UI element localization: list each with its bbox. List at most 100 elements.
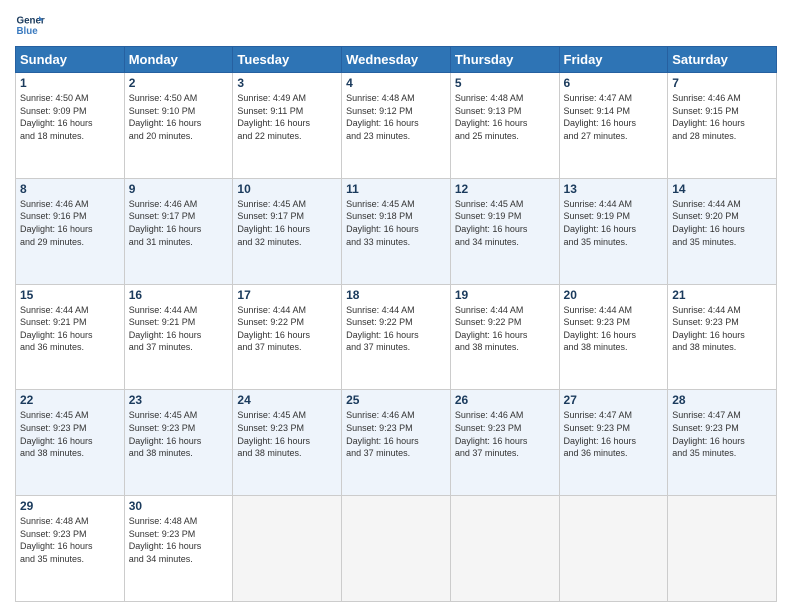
- day-info: Sunrise: 4:45 AM Sunset: 9:23 PM Dayligh…: [129, 409, 229, 459]
- calendar-day-cell: 8 Sunrise: 4:46 AM Sunset: 9:16 PM Daylig…: [16, 178, 125, 284]
- day-number: 30: [129, 499, 229, 513]
- calendar-day-cell: 29 Sunrise: 4:48 AM Sunset: 9:23 PM Dayli…: [16, 496, 125, 602]
- calendar-day-cell: 6 Sunrise: 4:47 AM Sunset: 9:14 PM Daylig…: [559, 73, 668, 179]
- calendar-day-cell: [559, 496, 668, 602]
- day-info: Sunrise: 4:48 AM Sunset: 9:12 PM Dayligh…: [346, 92, 446, 142]
- calendar-day-cell: 30Sunrise: 4:48 AM Sunset: 9:23 PM Dayli…: [124, 496, 233, 602]
- day-number: 5: [455, 76, 555, 90]
- header: General Blue: [15, 10, 777, 40]
- day-info: Sunrise: 4:47 AM Sunset: 9:23 PM Dayligh…: [564, 409, 664, 459]
- day-info: Sunrise: 4:46 AM Sunset: 9:23 PM Dayligh…: [455, 409, 555, 459]
- calendar-day-cell: 11 Sunrise: 4:45 AM Sunset: 9:18 PM Dayli…: [342, 178, 451, 284]
- day-number: 24: [237, 393, 337, 407]
- calendar-day-cell: 28 Sunrise: 4:47 AM Sunset: 9:23 PM Dayli…: [668, 390, 777, 496]
- day-info: Sunrise: 4:45 AM Sunset: 9:23 PM Dayligh…: [237, 409, 337, 459]
- day-number: 18: [346, 288, 446, 302]
- calendar-header-saturday: Saturday: [668, 47, 777, 73]
- calendar-day-cell: 7 Sunrise: 4:46 AM Sunset: 9:15 PM Daylig…: [668, 73, 777, 179]
- day-info: Sunrise: 4:46 AM Sunset: 9:16 PM Dayligh…: [20, 198, 120, 248]
- day-info: Sunrise: 4:45 AM Sunset: 9:23 PM Dayligh…: [20, 409, 120, 459]
- day-info: Sunrise: 4:46 AM Sunset: 9:15 PM Dayligh…: [672, 92, 772, 142]
- calendar-day-cell: 12 Sunrise: 4:45 AM Sunset: 9:19 PM Dayli…: [450, 178, 559, 284]
- calendar-day-cell: 17 Sunrise: 4:44 AM Sunset: 9:22 PM Dayli…: [233, 284, 342, 390]
- calendar-day-cell: 4 Sunrise: 4:48 AM Sunset: 9:12 PM Daylig…: [342, 73, 451, 179]
- logo: General Blue: [15, 10, 45, 40]
- day-info: Sunrise: 4:44 AM Sunset: 9:19 PM Dayligh…: [564, 198, 664, 248]
- calendar-day-cell: 2Sunrise: 4:50 AM Sunset: 9:10 PM Daylig…: [124, 73, 233, 179]
- calendar-day-cell: 16Sunrise: 4:44 AM Sunset: 9:21 PM Dayli…: [124, 284, 233, 390]
- calendar-day-cell: 3 Sunrise: 4:49 AM Sunset: 9:11 PM Daylig…: [233, 73, 342, 179]
- day-info: Sunrise: 4:48 AM Sunset: 9:13 PM Dayligh…: [455, 92, 555, 142]
- calendar-week-row: 8 Sunrise: 4:46 AM Sunset: 9:16 PM Daylig…: [16, 178, 777, 284]
- day-number: 23: [129, 393, 229, 407]
- day-info: Sunrise: 4:44 AM Sunset: 9:21 PM Dayligh…: [20, 304, 120, 354]
- day-number: 27: [564, 393, 664, 407]
- calendar-day-cell: 23 Sunrise: 4:45 AM Sunset: 9:23 PM Dayli…: [124, 390, 233, 496]
- calendar-week-row: 22 Sunrise: 4:45 AM Sunset: 9:23 PM Dayli…: [16, 390, 777, 496]
- day-number: 13: [564, 182, 664, 196]
- day-info: Sunrise: 4:47 AM Sunset: 9:14 PM Dayligh…: [564, 92, 664, 142]
- calendar-day-cell: 9Sunrise: 4:46 AM Sunset: 9:17 PM Daylig…: [124, 178, 233, 284]
- day-info: Sunrise: 4:44 AM Sunset: 9:22 PM Dayligh…: [237, 304, 337, 354]
- calendar-week-row: 29 Sunrise: 4:48 AM Sunset: 9:23 PM Dayli…: [16, 496, 777, 602]
- day-number: 22: [20, 393, 120, 407]
- day-number: 6: [564, 76, 664, 90]
- calendar-week-row: 15 Sunrise: 4:44 AM Sunset: 9:21 PM Dayli…: [16, 284, 777, 390]
- day-number: 25: [346, 393, 446, 407]
- day-info: Sunrise: 4:45 AM Sunset: 9:17 PM Dayligh…: [237, 198, 337, 248]
- day-info: Sunrise: 4:44 AM Sunset: 9:20 PM Dayligh…: [672, 198, 772, 248]
- calendar-header-wednesday: Wednesday: [342, 47, 451, 73]
- calendar-day-cell: 19Sunrise: 4:44 AM Sunset: 9:22 PM Dayli…: [450, 284, 559, 390]
- day-info: Sunrise: 4:48 AM Sunset: 9:23 PM Dayligh…: [20, 515, 120, 565]
- calendar-header-thursday: Thursday: [450, 47, 559, 73]
- day-number: 21: [672, 288, 772, 302]
- calendar-day-cell: 20 Sunrise: 4:44 AM Sunset: 9:23 PM Dayli…: [559, 284, 668, 390]
- day-number: 11: [346, 182, 446, 196]
- calendar-day-cell: 27 Sunrise: 4:47 AM Sunset: 9:23 PM Dayli…: [559, 390, 668, 496]
- calendar-day-cell: 10 Sunrise: 4:45 AM Sunset: 9:17 PM Dayli…: [233, 178, 342, 284]
- day-info: Sunrise: 4:45 AM Sunset: 9:19 PM Dayligh…: [455, 198, 555, 248]
- calendar-day-cell: 26 Sunrise: 4:46 AM Sunset: 9:23 PM Dayli…: [450, 390, 559, 496]
- day-info: Sunrise: 4:44 AM Sunset: 9:23 PM Dayligh…: [672, 304, 772, 354]
- day-number: 14: [672, 182, 772, 196]
- day-number: 20: [564, 288, 664, 302]
- calendar-header-sunday: Sunday: [16, 47, 125, 73]
- calendar-header-monday: Monday: [124, 47, 233, 73]
- day-number: 15: [20, 288, 120, 302]
- day-info: Sunrise: 4:50 AM Sunset: 9:10 PM Dayligh…: [129, 92, 229, 142]
- logo-icon: General Blue: [15, 10, 45, 40]
- day-number: 29: [20, 499, 120, 513]
- day-number: 3: [237, 76, 337, 90]
- svg-text:General: General: [17, 16, 46, 27]
- day-number: 28: [672, 393, 772, 407]
- calendar-day-cell: 24 Sunrise: 4:45 AM Sunset: 9:23 PM Dayli…: [233, 390, 342, 496]
- calendar-day-cell: [450, 496, 559, 602]
- day-info: Sunrise: 4:46 AM Sunset: 9:17 PM Dayligh…: [129, 198, 229, 248]
- day-number: 10: [237, 182, 337, 196]
- day-info: Sunrise: 4:44 AM Sunset: 9:21 PM Dayligh…: [129, 304, 229, 354]
- calendar-day-cell: 22 Sunrise: 4:45 AM Sunset: 9:23 PM Dayli…: [16, 390, 125, 496]
- day-info: Sunrise: 4:44 AM Sunset: 9:22 PM Dayligh…: [346, 304, 446, 354]
- calendar-header-row: SundayMondayTuesdayWednesdayThursdayFrid…: [16, 47, 777, 73]
- calendar-day-cell: 25 Sunrise: 4:46 AM Sunset: 9:23 PM Dayli…: [342, 390, 451, 496]
- calendar-table: SundayMondayTuesdayWednesdayThursdayFrid…: [15, 46, 777, 602]
- calendar-week-row: 1Sunrise: 4:50 AM Sunset: 9:09 PM Daylig…: [16, 73, 777, 179]
- day-info: Sunrise: 4:49 AM Sunset: 9:11 PM Dayligh…: [237, 92, 337, 142]
- day-number: 7: [672, 76, 772, 90]
- calendar-day-cell: 5 Sunrise: 4:48 AM Sunset: 9:13 PM Daylig…: [450, 73, 559, 179]
- calendar-day-cell: 18 Sunrise: 4:44 AM Sunset: 9:22 PM Dayli…: [342, 284, 451, 390]
- calendar-day-cell: [342, 496, 451, 602]
- day-number: 26: [455, 393, 555, 407]
- day-number: 17: [237, 288, 337, 302]
- day-info: Sunrise: 4:44 AM Sunset: 9:23 PM Dayligh…: [564, 304, 664, 354]
- day-info: Sunrise: 4:50 AM Sunset: 9:09 PM Dayligh…: [20, 92, 120, 142]
- day-info: Sunrise: 4:47 AM Sunset: 9:23 PM Dayligh…: [672, 409, 772, 459]
- day-number: 4: [346, 76, 446, 90]
- calendar-header-tuesday: Tuesday: [233, 47, 342, 73]
- day-info: Sunrise: 4:46 AM Sunset: 9:23 PM Dayligh…: [346, 409, 446, 459]
- day-number: 8: [20, 182, 120, 196]
- calendar-day-cell: 13 Sunrise: 4:44 AM Sunset: 9:19 PM Dayli…: [559, 178, 668, 284]
- calendar-day-cell: 21 Sunrise: 4:44 AM Sunset: 9:23 PM Dayli…: [668, 284, 777, 390]
- day-info: Sunrise: 4:45 AM Sunset: 9:18 PM Dayligh…: [346, 198, 446, 248]
- day-number: 12: [455, 182, 555, 196]
